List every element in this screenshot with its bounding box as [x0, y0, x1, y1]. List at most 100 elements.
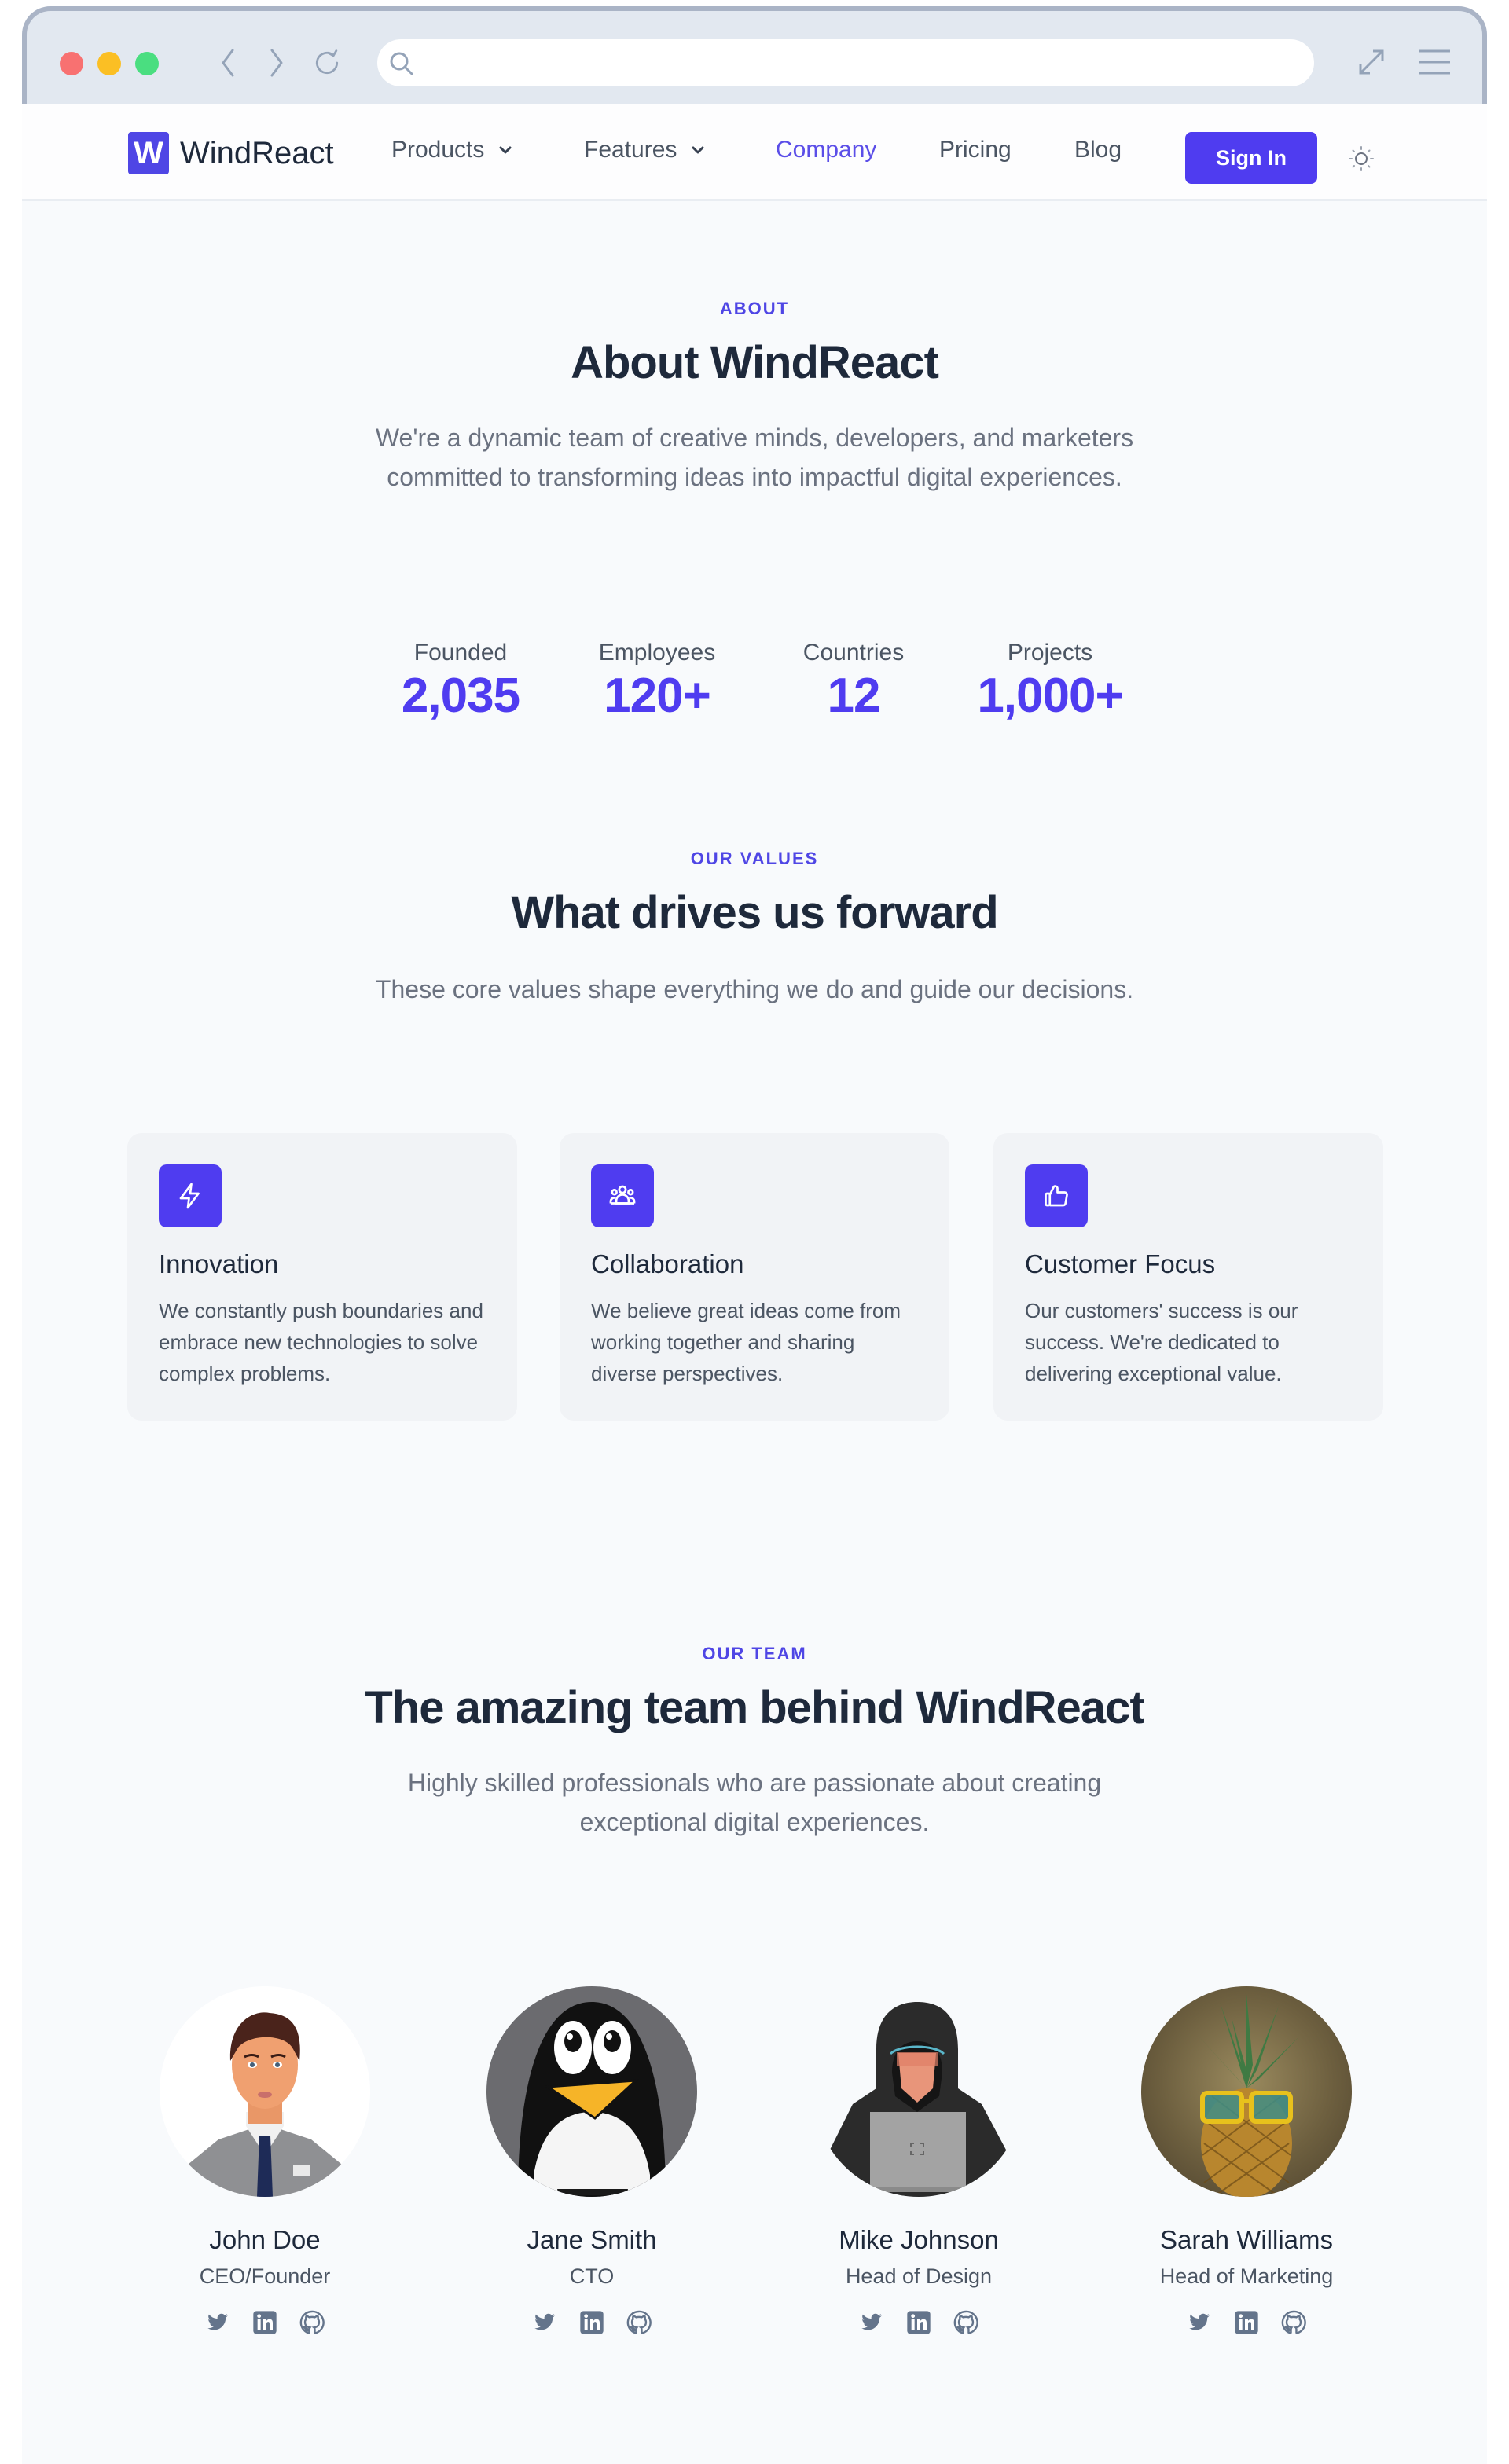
value-card-description: We believe great ideas come from working… [591, 1299, 901, 1385]
value-icon-box [159, 1164, 222, 1227]
nav-link-blog[interactable]: Blog [1074, 137, 1122, 163]
member-role: Head of Design [845, 2264, 993, 2288]
stat-label: Founded [413, 640, 508, 666]
twitter-icon [534, 2313, 555, 2330]
stat-label: Projects [1007, 640, 1093, 666]
member-socials [1105, 2308, 1388, 2338]
linkedin-link[interactable] [577, 2308, 607, 2338]
value-card-title: Customer Focus [1025, 1249, 1216, 1278]
github-link[interactable] [297, 2308, 327, 2338]
team-member-card: John Doe CEO/Founder [123, 1986, 406, 2338]
values-description: These core values shape everything we do… [375, 975, 1134, 1003]
users-group-icon [609, 1185, 636, 1204]
fullscreen-button[interactable] [1352, 42, 1391, 82]
stat-founded: Founded 2,035 [366, 640, 555, 724]
member-role: CTO [569, 2264, 615, 2288]
reload-icon [315, 50, 339, 75]
twitter-link[interactable] [1184, 2308, 1214, 2338]
team-member-card: Mike Johnson Head of Design [777, 1986, 1060, 2338]
values-title: What drives us forward [511, 887, 998, 938]
browser-menu-button[interactable] [1415, 42, 1454, 82]
nav-link-label: Pricing [939, 137, 1012, 163]
browser-chrome [22, 6, 1487, 104]
github-link[interactable] [951, 2308, 981, 2338]
about-eyebrow: ABOUT [719, 299, 790, 318]
member-name: John Doe [209, 2225, 321, 2254]
member-role: CEO/Founder [199, 2264, 331, 2288]
twitter-link[interactable] [530, 2308, 560, 2338]
nav-link-pricing[interactable]: Pricing [939, 137, 1012, 163]
nav-link-features[interactable]: Features [584, 137, 705, 163]
about-description: We're a dynamic team of creative minds, … [375, 424, 1134, 491]
twitter-icon [207, 2313, 228, 2330]
twitter-link[interactable] [857, 2308, 887, 2338]
theme-toggle-button[interactable] [1347, 145, 1375, 173]
values-eyebrow: OUR VALUES [690, 849, 819, 868]
member-name: Mike Johnson [839, 2225, 999, 2254]
stat-label: Employees [598, 640, 716, 666]
github-link[interactable] [624, 2308, 654, 2338]
team-eyebrow: OUR TEAM [702, 1644, 807, 1663]
page-content: W WindReact Products Features Company Pr… [22, 104, 1487, 2464]
nav-link-label: Features [584, 137, 677, 163]
stat-value: 1,000+ [977, 669, 1123, 723]
site-navbar: W WindReact Products Features Company Pr… [22, 104, 1487, 201]
twitter-icon [1189, 2313, 1210, 2330]
linkedin-link[interactable] [1232, 2308, 1261, 2338]
github-icon [953, 2310, 978, 2334]
nav-link-company[interactable]: Company [776, 137, 876, 163]
twitter-link[interactable] [203, 2308, 233, 2338]
nav-link-products[interactable]: Products [391, 137, 512, 163]
expand-icon [1359, 50, 1384, 75]
stat-projects: Projects 1,000+ [956, 640, 1144, 724]
github-icon [626, 2310, 652, 2334]
stat-employees: Employees 120+ [563, 640, 751, 724]
lightning-icon [179, 1182, 200, 1209]
member-name: Jane Smith [527, 2225, 657, 2254]
github-link[interactable] [1279, 2308, 1309, 2338]
linkedin-icon [253, 2311, 277, 2334]
member-socials [777, 2308, 1060, 2338]
linkedin-icon [1235, 2311, 1258, 2334]
value-icon-box [1025, 1164, 1088, 1227]
logo[interactable]: W WindReact [128, 132, 334, 174]
stat-value: 12 [827, 669, 881, 723]
businessman-avatar [160, 1986, 370, 2197]
member-name: Sarah Williams [1159, 2225, 1334, 2254]
search-icon [390, 52, 413, 75]
value-card-title: Collaboration [591, 1249, 744, 1278]
team-description: Highly skilled professionals who are pas… [407, 1769, 1102, 1836]
nav-link-label: Blog [1074, 137, 1122, 163]
sign-in-button[interactable]: Sign In [1185, 132, 1317, 184]
address-bar[interactable] [377, 39, 1314, 86]
penguin-avatar [486, 1986, 697, 2197]
team-member-card: Jane Smith CTO [450, 1986, 733, 2338]
linkedin-link[interactable] [250, 2308, 280, 2338]
value-card-customer-focus: Customer Focus Our customers' success is… [993, 1133, 1383, 1421]
twitter-icon [861, 2313, 882, 2330]
maximize-window-button[interactable] [135, 52, 159, 75]
linkedin-link[interactable] [904, 2308, 934, 2338]
about-title: About WindReact [571, 337, 939, 388]
value-card-title: Innovation [159, 1249, 279, 1278]
sun-icon [1349, 146, 1374, 171]
close-window-button[interactable] [60, 52, 83, 75]
chevron-right-icon [270, 49, 283, 77]
member-socials [123, 2308, 406, 2338]
github-icon [299, 2310, 325, 2334]
hamburger-menu-icon [1419, 50, 1450, 75]
value-card-description: Our customers' success is our success. W… [1025, 1299, 1298, 1385]
github-icon [1281, 2310, 1306, 2334]
hooded-hacker-avatar [813, 1986, 1024, 2197]
forward-button[interactable] [261, 47, 292, 79]
stat-label: Countries [802, 640, 905, 666]
value-icon-box [591, 1164, 654, 1227]
minimize-window-button[interactable] [97, 52, 121, 75]
nav-link-label: Products [391, 137, 485, 163]
linkedin-icon [907, 2311, 931, 2334]
value-card-innovation: Innovation We constantly push boundaries… [127, 1133, 517, 1421]
back-button[interactable] [212, 47, 244, 79]
reload-button[interactable] [311, 47, 343, 79]
url-input[interactable] [424, 47, 1289, 79]
stat-value: 120+ [604, 669, 711, 723]
